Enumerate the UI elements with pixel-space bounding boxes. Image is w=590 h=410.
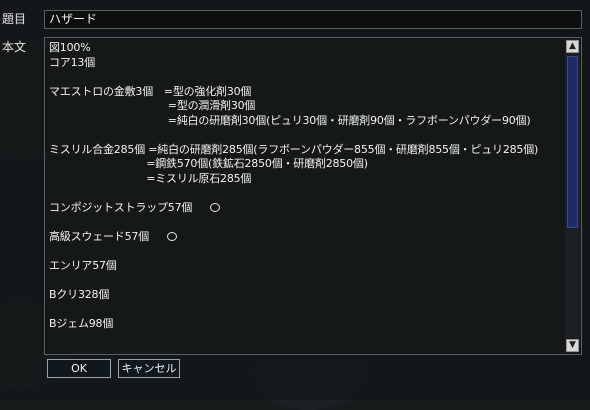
body-line-text: コンポジットストラップ57個	[49, 200, 193, 214]
body-line-text: 図100%	[49, 41, 91, 54]
subject-label: 題目	[2, 12, 27, 26]
body-line	[49, 215, 559, 230]
body-line: =ミスリル原石285個	[49, 172, 559, 187]
circle-mark-icon	[167, 232, 177, 241]
arrow-down-icon[interactable]: ▼	[566, 339, 579, 352]
body-line-text: =鋼鉄570個(鉄鉱石2850個・研磨剤2850個)	[49, 157, 368, 170]
body-line: ミスリル合金285個 =純白の研磨剤285個(ラフボーンパウダー855個・研磨剤…	[49, 143, 559, 158]
body-line-text: =ミスリル原石285個	[49, 171, 252, 185]
body-line	[49, 70, 559, 85]
body-line: =型の潤滑剤30個	[49, 99, 559, 114]
body-line-text: Bクリ328個	[49, 287, 110, 301]
body-line: =純白の研磨剤30個(ピュリ30個・研磨剤90個・ラフボーンパウダー90個)	[49, 114, 559, 129]
body-line: エンリア57個	[49, 259, 559, 274]
body-line-text: =型の潤滑剤30個	[49, 99, 256, 112]
scroll-thumb[interactable]	[567, 56, 578, 228]
body-line-text: コア13個	[49, 55, 95, 69]
body-line	[49, 273, 559, 288]
vertical-scrollbar[interactable]: ▲ ▼	[565, 39, 580, 353]
body-line: Bクリ328個	[49, 288, 559, 303]
body-line: =鋼鉄570個(鉄鉱石2850個・研磨剤2850個)	[49, 157, 559, 172]
body-line: 高級スウェード57個	[49, 230, 559, 245]
body-textarea[interactable]: 図100% コア13個マエストロの金敷3個 =型の強化剤30個 =型の潤滑剤30個…	[44, 37, 582, 355]
body-text: 図100% コア13個マエストロの金敷3個 =型の強化剤30個 =型の潤滑剤30個…	[49, 41, 559, 331]
body-line-text: マエストロの金敷3個 =型の強化剤30個	[49, 84, 252, 98]
arrow-up-icon[interactable]: ▲	[566, 40, 579, 53]
body-line-text: エンリア57個	[49, 258, 117, 272]
body-line	[49, 244, 559, 259]
body-line-text: =純白の研磨剤30個(ピュリ30個・研磨剤90個・ラフボーンパウダー90個)	[49, 113, 531, 127]
body-line-text: 高級スウェード57個	[49, 229, 149, 243]
body-line: マエストロの金敷3個 =型の強化剤30個	[49, 85, 559, 100]
body-line: コア13個	[49, 56, 559, 71]
body-line: 図100%	[49, 41, 559, 56]
cancel-button[interactable]: キャンセル	[118, 359, 180, 378]
body-line	[49, 128, 559, 143]
body-line-text: ミスリル合金285個 =純白の研磨剤285個(ラフボーンパウダー855個・研磨剤…	[49, 142, 539, 156]
body-line	[49, 302, 559, 317]
ok-button[interactable]: OK	[47, 359, 111, 378]
subject-input[interactable]: ハザード	[44, 10, 582, 29]
circle-mark-icon	[210, 203, 221, 212]
body-line	[49, 186, 559, 201]
body-label: 本文	[2, 40, 27, 54]
body-line: コンポジットストラップ57個	[49, 201, 559, 216]
body-line: Bジェム98個	[49, 317, 559, 332]
body-line-text: Bジェム98個	[49, 316, 114, 330]
mail-compose-window: 題目 ハザード 本文 図100% コア13個マエストロの金敷3個 =型の強化剤30…	[0, 0, 590, 400]
